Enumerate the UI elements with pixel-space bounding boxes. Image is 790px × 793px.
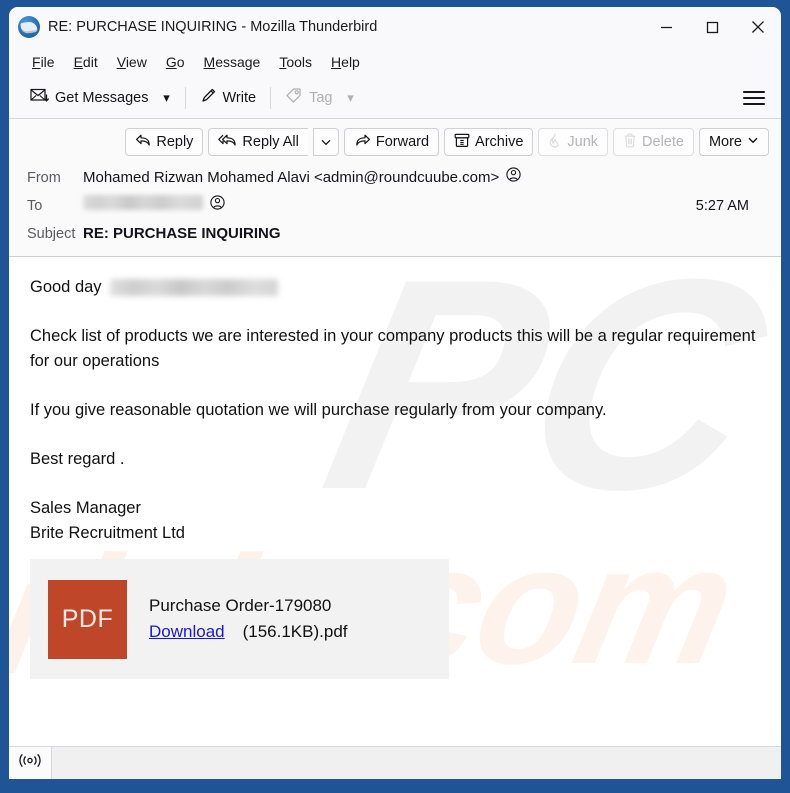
to-contact-card-icon[interactable] bbox=[210, 195, 225, 210]
window-controls bbox=[643, 7, 781, 47]
thunderbird-logo-icon bbox=[18, 16, 40, 38]
menu-go[interactable]: Go bbox=[157, 51, 194, 73]
pdf-file-icon: PDF bbox=[48, 579, 127, 659]
tag-button[interactable]: Tag bbox=[278, 83, 339, 112]
get-messages-button[interactable]: Get Messages bbox=[23, 83, 156, 112]
message-action-bar: Reply Reply All Forward Archive Junk Del… bbox=[9, 128, 781, 164]
attachment-file-name: Purchase Order-179080 bbox=[149, 596, 332, 615]
close-icon[interactable] bbox=[735, 7, 781, 47]
more-button[interactable]: More bbox=[698, 128, 769, 156]
junk-button[interactable]: Junk bbox=[538, 128, 609, 156]
body-paragraph-1: Check list of products we are interested… bbox=[30, 327, 756, 370]
main-toolbar: Get Messages ▾ Write Tag ▾ bbox=[9, 77, 781, 119]
tag-chevron-down-icon[interactable]: ▾ bbox=[339, 90, 361, 106]
message-body: PC risk com Good day Check list of produ… bbox=[9, 257, 781, 746]
hamburger-menu-icon[interactable] bbox=[743, 90, 765, 105]
greeting-redacted-name bbox=[110, 279, 279, 297]
tag-label: Tag bbox=[309, 89, 333, 106]
menu-help[interactable]: Help bbox=[322, 51, 369, 73]
reply-all-label: Reply All bbox=[242, 134, 299, 150]
reply-all-arrow-icon bbox=[218, 133, 237, 151]
write-label: Write bbox=[222, 89, 257, 106]
reply-all-chevron-down-icon[interactable] bbox=[312, 128, 339, 156]
header-row-from: From Mohamed Rizwan Mohamed Alavi <admin… bbox=[9, 164, 781, 192]
message-time: 5:27 AM bbox=[695, 198, 749, 214]
forward-label: Forward bbox=[375, 134, 430, 150]
trash-icon bbox=[623, 133, 637, 152]
body-signature-company: Brite Recruitment Ltd bbox=[30, 524, 185, 542]
toolbar-separator-2 bbox=[270, 86, 272, 109]
delete-button[interactable]: Delete bbox=[613, 128, 694, 156]
from-value[interactable]: Mohamed Rizwan Mohamed Alavi <admin@roun… bbox=[83, 165, 499, 191]
to-value-redacted[interactable] bbox=[83, 195, 203, 210]
toolbar-separator-1 bbox=[184, 86, 186, 109]
broadcast-signal-icon bbox=[19, 753, 41, 773]
menu-tools[interactable]: Tools bbox=[270, 51, 321, 73]
reply-arrow-icon bbox=[135, 133, 151, 151]
get-messages-chevron-down-icon[interactable]: ▾ bbox=[156, 90, 178, 106]
greeting-text: Good day bbox=[30, 278, 102, 296]
attachment-details: Purchase Order-179080 Download (156.1KB).… bbox=[149, 593, 348, 645]
status-indicator-cell[interactable] bbox=[9, 747, 52, 779]
menu-edit[interactable]: Edit bbox=[65, 51, 107, 73]
archive-label: Archive bbox=[475, 134, 524, 150]
from-contact-card-icon[interactable] bbox=[506, 167, 521, 182]
minimize-icon[interactable] bbox=[643, 7, 689, 47]
attachment-actions: Download (156.1KB).pdf bbox=[149, 619, 348, 645]
subject-label: Subject bbox=[27, 226, 76, 242]
subject-value: RE: PURCHASE INQUIRING bbox=[83, 225, 281, 242]
maximize-icon[interactable] bbox=[689, 7, 735, 47]
more-chevron-down-icon bbox=[747, 134, 759, 150]
forward-button[interactable]: Forward bbox=[343, 128, 440, 156]
write-button[interactable]: Write bbox=[193, 83, 264, 112]
message-header: Reply Reply All Forward Archive Junk Del… bbox=[9, 119, 781, 257]
attachment-size-label: (156.1KB).pdf bbox=[242, 622, 348, 641]
title-bar: RE: PURCHASE INQUIRING - Mozilla Thunder… bbox=[9, 7, 781, 47]
menu-view[interactable]: View bbox=[108, 51, 156, 73]
body-signature-role: Sales Manager bbox=[30, 499, 141, 517]
reply-button[interactable]: Reply bbox=[125, 128, 204, 156]
body-greeting: Good day bbox=[30, 275, 763, 300]
reply-label: Reply bbox=[156, 134, 194, 150]
menu-message[interactable]: Message bbox=[195, 51, 270, 73]
status-bar bbox=[9, 746, 781, 779]
envelope-download-icon bbox=[30, 87, 50, 108]
to-label: To bbox=[27, 198, 43, 214]
menu-file[interactable]: File bbox=[23, 51, 64, 73]
attachment-download-link[interactable]: Download bbox=[149, 622, 225, 641]
junk-label: Junk bbox=[567, 134, 599, 150]
body-paragraph-2: If you give reasonable quotation we will… bbox=[30, 401, 607, 419]
window-title: RE: PURCHASE INQUIRING - Mozilla Thunder… bbox=[48, 19, 378, 35]
status-message-area bbox=[52, 747, 781, 779]
flame-icon bbox=[548, 133, 562, 152]
pencil-icon bbox=[200, 87, 217, 108]
archive-button[interactable]: Archive bbox=[444, 128, 534, 156]
from-label: From bbox=[27, 170, 61, 186]
header-row-to: To 5:27 AM bbox=[9, 192, 781, 220]
message-text: Good day Check list of products we are i… bbox=[30, 275, 763, 546]
delete-label: Delete bbox=[642, 134, 684, 150]
forward-arrow-icon bbox=[354, 133, 371, 151]
thunderbird-window: RE: PURCHASE INQUIRING - Mozilla Thunder… bbox=[9, 7, 781, 779]
attachment-panel[interactable]: PDF Purchase Order-179080 Download (156.1… bbox=[30, 559, 449, 679]
body-paragraph-3: Best regard . bbox=[30, 450, 125, 468]
get-messages-label: Get Messages bbox=[55, 89, 149, 106]
header-row-subject: Subject RE: PURCHASE INQUIRING bbox=[9, 220, 781, 248]
reply-all-button[interactable]: Reply All bbox=[208, 128, 308, 156]
tag-icon bbox=[285, 87, 303, 108]
more-label: More bbox=[708, 134, 742, 150]
menu-bar: File Edit View Go Message Tools Help bbox=[9, 47, 781, 77]
archive-box-icon bbox=[454, 133, 470, 152]
